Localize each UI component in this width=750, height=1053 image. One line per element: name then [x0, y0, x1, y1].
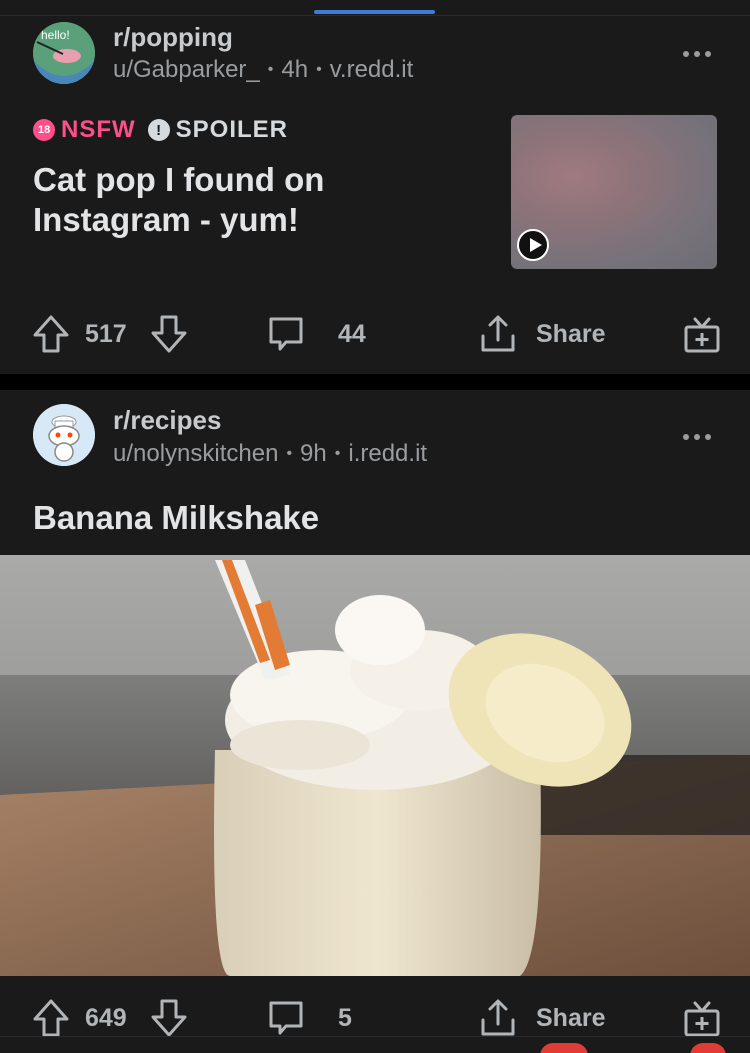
top-tab-bar [0, 0, 750, 16]
author-name[interactable]: u/nolynskitchen [113, 440, 278, 468]
svg-text:hello!: hello! [41, 28, 70, 42]
spoiler-icon: ! [147, 119, 170, 141]
post-title[interactable]: Banana Milkshake [33, 498, 319, 538]
comment-count: 44 [338, 319, 366, 348]
nsfw-label: NSFW [61, 116, 136, 143]
post-domain[interactable]: i.redd.it [348, 440, 427, 468]
post-domain[interactable]: v.redd.it [330, 56, 414, 84]
post-flairs: 18 NSFW ! SPOILER [28, 114, 289, 146]
upvote-icon[interactable] [32, 304, 70, 364]
post-meta: u/Gabparker_ • 4h • v.redd.it [113, 56, 413, 84]
post-card[interactable]: hello! r/popping u/Gabparker_ • 4h • v.r… [0, 16, 750, 374]
post-time: 9h [300, 440, 327, 467]
award-icon[interactable] [682, 304, 722, 364]
comment-icon[interactable] [266, 304, 306, 364]
separator-dot: • [316, 61, 322, 78]
share-icon[interactable] [478, 304, 518, 364]
author-name[interactable]: u/Gabparker_ [113, 56, 260, 84]
post-card[interactable]: r/recipes u/nolynskitchen • 9h • i.redd.… [0, 390, 750, 1053]
post-image[interactable] [0, 555, 750, 976]
avatar-image [33, 404, 95, 466]
vote-score: 517 [85, 319, 127, 348]
share-button[interactable]: Share [536, 304, 605, 364]
post-meta: u/nolynskitchen • 9h • i.redd.it [113, 440, 427, 468]
separator-dot: • [286, 445, 293, 462]
spoiler-label: SPOILER [175, 116, 289, 143]
notification-badge[interactable] [690, 1043, 726, 1053]
subreddit-name[interactable]: r/recipes [113, 405, 221, 436]
play-icon[interactable] [517, 229, 549, 261]
more-icon[interactable] [680, 48, 714, 60]
separator-dot: • [267, 61, 274, 78]
post-title[interactable]: Cat pop I found on Instagram - yum! [33, 160, 453, 240]
separator-dot: • [334, 445, 341, 462]
active-tab-indicator [314, 10, 435, 14]
more-icon[interactable] [680, 431, 714, 443]
downvote-icon[interactable] [150, 304, 188, 364]
bottom-nav-bar [0, 1036, 750, 1053]
subreddit-name[interactable]: r/popping [113, 22, 233, 53]
nsfw-icon: 18 [28, 114, 60, 146]
post-action-bar: 517 44 Share [0, 304, 750, 364]
subreddit-avatar[interactable] [33, 404, 95, 466]
subreddit-avatar[interactable]: hello! [33, 22, 95, 84]
video-thumbnail[interactable] [511, 115, 717, 269]
notification-badge[interactable] [540, 1043, 588, 1053]
post-time: 4h [281, 56, 309, 83]
avatar-image: hello! [33, 22, 95, 84]
